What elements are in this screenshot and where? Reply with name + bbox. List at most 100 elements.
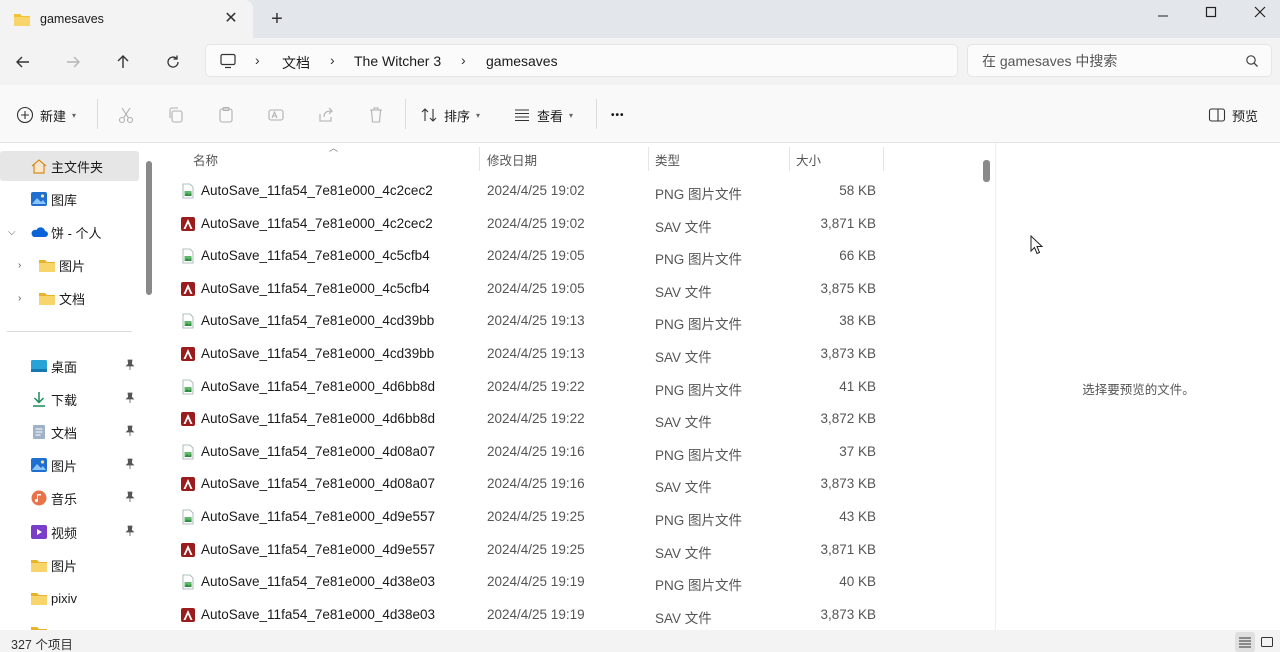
column-divider[interactable] bbox=[479, 147, 480, 171]
sidebar-item-onedrive-pictures[interactable]: › 图片 bbox=[0, 250, 139, 280]
file-row[interactable]: AutoSave_11fa54_7e81e000_4d38e03 2024/4/2… bbox=[157, 599, 977, 630]
copy-button[interactable] bbox=[167, 103, 185, 127]
cut-button[interactable] bbox=[117, 103, 135, 127]
file-size: 37 KB bbox=[839, 443, 876, 459]
sidebar-item-onedrive[interactable]: ⌵ 饼 - 个人 bbox=[0, 217, 139, 247]
back-button[interactable] bbox=[11, 50, 35, 74]
sidebar-item-documents[interactable]: 文档 bbox=[0, 417, 139, 447]
close-window-button[interactable] bbox=[1236, 0, 1280, 24]
file-date: 2024/4/25 19:02 bbox=[487, 215, 585, 231]
maximize-button[interactable] bbox=[1187, 0, 1235, 24]
view-button[interactable]: 查看 ▾ bbox=[513, 103, 573, 127]
column-divider[interactable] bbox=[789, 147, 790, 171]
sidebar-item-pictures[interactable]: 图片 bbox=[0, 450, 139, 480]
chevron-down-icon: ▾ bbox=[72, 110, 77, 120]
sidebar-item-home[interactable]: 主文件夹 bbox=[0, 151, 139, 181]
file-row[interactable]: AutoSave_11fa54_7e81e000_4cd39bb 2024/4/2… bbox=[157, 305, 977, 337]
folder-icon bbox=[13, 11, 31, 30]
nav-scrollbar[interactable] bbox=[146, 161, 152, 295]
new-tab-button[interactable]: + bbox=[266, 8, 288, 30]
column-headers: ︿ 名称 修改日期 类型 大小 bbox=[157, 143, 977, 173]
chevron-right-icon[interactable]: › bbox=[18, 293, 21, 304]
file-type: PNG 图片文件 bbox=[655, 578, 743, 594]
chevron-down-icon[interactable]: ⌵ bbox=[8, 227, 16, 238]
sidebar-item-videos[interactable]: 视频 bbox=[0, 517, 139, 547]
column-header-size[interactable]: 大小 bbox=[796, 150, 821, 169]
sort-button[interactable]: 排序 ▾ bbox=[420, 103, 480, 127]
forward-button[interactable] bbox=[61, 50, 85, 74]
sidebar-item-more[interactable] bbox=[0, 617, 139, 630]
file-row[interactable]: AutoSave_11fa54_7e81e000_4d08a07 2024/4/2… bbox=[157, 468, 977, 500]
paste-icon bbox=[219, 106, 233, 123]
up-button[interactable] bbox=[111, 50, 135, 74]
search-icon[interactable] bbox=[1245, 54, 1259, 71]
minimize-button[interactable] bbox=[1139, 0, 1187, 24]
breadcrumb-separator[interactable]: › bbox=[330, 52, 335, 68]
file-date: 2024/4/25 19:02 bbox=[487, 183, 585, 198]
more-options-button[interactable]: ••• bbox=[611, 103, 625, 127]
file-list-scrollbar[interactable] bbox=[983, 160, 990, 182]
breadcrumb-documents[interactable]: 文档 bbox=[282, 53, 310, 73]
file-row[interactable]: AutoSave_11fa54_7e81e000_4c2cec2 2024/4/2… bbox=[157, 208, 977, 240]
column-header-type[interactable]: 类型 bbox=[655, 150, 680, 169]
title-bar: gamesaves ✕ + bbox=[0, 0, 1280, 40]
file-name: AutoSave_11fa54_7e81e000_4d6bb8d bbox=[201, 411, 435, 427]
file-date: 2024/4/25 19:13 bbox=[487, 313, 585, 329]
sidebar-item-onedrive-documents[interactable]: › 文档 bbox=[0, 283, 139, 313]
music-icon bbox=[30, 490, 48, 506]
file-row[interactable]: AutoSave_11fa54_7e81e000_4c5cfb4 2024/4/2… bbox=[157, 240, 977, 272]
preview-pane: 选择要预览的文件。 bbox=[995, 143, 1280, 630]
details-view-button[interactable] bbox=[1235, 632, 1255, 652]
toolbar-divider bbox=[405, 99, 406, 129]
computer-icon[interactable] bbox=[219, 53, 237, 72]
sidebar-item-desktop[interactable]: 桌面 bbox=[0, 351, 139, 381]
breadcrumb-gamesaves[interactable]: gamesaves bbox=[486, 53, 558, 69]
file-row[interactable]: AutoSave_11fa54_7e81e000_4c5cfb4 2024/4/2… bbox=[157, 273, 977, 305]
file-row[interactable]: AutoSave_11fa54_7e81e000_4d6bb8d 2024/4/2… bbox=[157, 371, 977, 403]
pin-icon[interactable] bbox=[124, 525, 136, 540]
paste-button[interactable] bbox=[217, 103, 235, 127]
pin-icon[interactable] bbox=[124, 491, 136, 506]
sidebar-item-music[interactable]: 音乐 bbox=[0, 483, 139, 513]
tiles-view-button[interactable] bbox=[1257, 632, 1277, 652]
refresh-button[interactable] bbox=[161, 50, 185, 74]
column-divider[interactable] bbox=[648, 147, 649, 171]
file-row[interactable]: AutoSave_11fa54_7e81e000_4d9e557 2024/4/2… bbox=[157, 501, 977, 533]
sidebar-item-downloads[interactable]: 下载 bbox=[0, 384, 139, 414]
file-row[interactable]: AutoSave_11fa54_7e81e000_4d6bb8d 2024/4/2… bbox=[157, 403, 977, 435]
pin-icon[interactable] bbox=[124, 392, 136, 407]
close-tab-button[interactable]: ✕ bbox=[222, 10, 240, 28]
search-box[interactable] bbox=[967, 44, 1272, 77]
breadcrumb-the-witcher-3[interactable]: The Witcher 3 bbox=[354, 53, 441, 69]
file-row[interactable]: AutoSave_11fa54_7e81e000_4d9e557 2024/4/2… bbox=[157, 534, 977, 566]
sidebar-item-gallery[interactable]: 图库 bbox=[0, 184, 139, 214]
breadcrumb-separator[interactable]: › bbox=[461, 52, 466, 68]
file-size: 38 KB bbox=[839, 313, 876, 329]
column-header-name[interactable]: 名称 bbox=[193, 150, 218, 169]
column-divider[interactable] bbox=[883, 147, 884, 171]
address-bar[interactable]: › 文档 › The Witcher 3 › gamesaves bbox=[205, 44, 958, 77]
pin-icon[interactable] bbox=[124, 359, 136, 374]
sidebar-item-label: 主文件夹 bbox=[51, 159, 104, 175]
new-button[interactable]: 新建 ▾ bbox=[16, 103, 76, 127]
tab-gamesaves[interactable]: gamesaves ✕ bbox=[0, 0, 253, 40]
breadcrumb-separator[interactable]: › bbox=[255, 52, 260, 68]
delete-button[interactable] bbox=[367, 103, 385, 127]
search-input[interactable] bbox=[982, 52, 1232, 70]
pin-icon[interactable] bbox=[124, 458, 136, 473]
share-button[interactable] bbox=[317, 103, 335, 127]
preview-pane-button[interactable]: 预览 bbox=[1208, 103, 1258, 127]
file-row[interactable]: AutoSave_11fa54_7e81e000_4d38e03 2024/4/2… bbox=[157, 566, 977, 598]
file-row[interactable]: AutoSave_11fa54_7e81e000_4c2cec2 2024/4/2… bbox=[157, 175, 977, 207]
rename-button[interactable] bbox=[267, 103, 285, 127]
file-row[interactable]: AutoSave_11fa54_7e81e000_4cd39bb 2024/4/2… bbox=[157, 338, 977, 370]
sidebar-item-pixiv[interactable]: pixiv bbox=[0, 583, 139, 613]
sidebar-item-quick-pictures[interactable]: 图片 bbox=[0, 550, 139, 580]
file-date: 2024/4/25 19:22 bbox=[487, 378, 585, 394]
pin-icon[interactable] bbox=[124, 425, 136, 440]
file-row[interactable]: AutoSave_11fa54_7e81e000_4d08a07 2024/4/2… bbox=[157, 436, 977, 468]
column-header-date[interactable]: 修改日期 bbox=[487, 150, 537, 169]
file-date: 2024/4/25 19:05 bbox=[487, 280, 585, 296]
chevron-right-icon[interactable]: › bbox=[18, 260, 21, 271]
sav-file-icon bbox=[180, 411, 196, 427]
